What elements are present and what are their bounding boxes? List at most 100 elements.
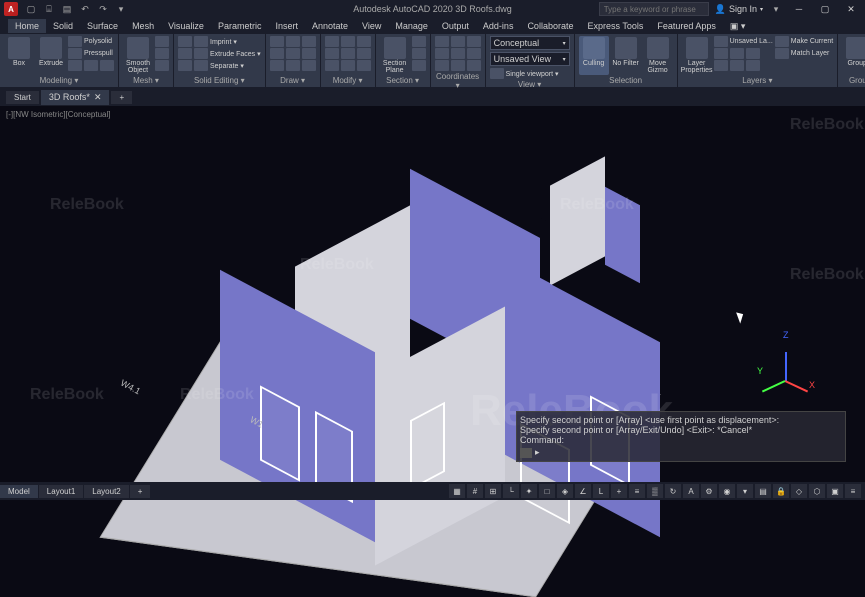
tab-solid[interactable]: Solid [46,19,80,33]
help-icon[interactable]: ▾ [769,3,783,15]
ucs-y-icon[interactable] [451,60,465,71]
cycling-icon[interactable]: ↻ [665,484,681,498]
snap-icon[interactable]: ⊞ [485,484,501,498]
layer-props-button[interactable]: Layer Properties [682,36,712,75]
dynucs-icon[interactable]: L [593,484,609,498]
panel-label[interactable]: Layers ▾ [682,75,834,85]
workspace-icon[interactable]: ⚙ [701,484,717,498]
arc-icon[interactable] [270,48,284,59]
separate-icon[interactable] [194,60,208,71]
clean-screen-icon[interactable]: ▣ [827,484,843,498]
presspull-icon[interactable] [68,48,82,59]
panel-label[interactable]: Modeling ▾ [4,75,114,85]
iso-icon[interactable]: ◇ [791,484,807,498]
imprint-button[interactable]: Imprint ▾ [210,38,237,46]
mirror-icon[interactable] [341,48,355,59]
mesh-icon-2[interactable] [155,48,169,59]
tab-manage[interactable]: Manage [388,19,435,33]
dyn-input-icon[interactable]: + [611,484,627,498]
fillet-icon[interactable] [357,48,371,59]
polysolid-button[interactable]: Polysolid [84,38,112,45]
panel-label[interactable]: Coordinates ▾ [435,71,481,90]
tab-start[interactable]: Start [6,91,39,104]
annotation-icon[interactable]: A [683,484,699,498]
tab-visualize[interactable]: Visualize [161,19,211,33]
match-layer-icon[interactable] [775,48,789,59]
panel-label[interactable]: Section ▾ [380,75,426,85]
ucs-view-icon[interactable] [467,48,481,59]
rect-icon[interactable] [286,48,300,59]
move-icon[interactable] [325,36,339,47]
layer-freeze-icon[interactable] [730,48,744,59]
named-view-dropdown[interactable]: Unsaved View▾ [490,52,570,66]
jog-icon[interactable] [412,48,426,59]
ucs-icon[interactable] [435,36,449,47]
gizmo-button[interactable]: Move Gizmo [643,36,673,75]
poly-icon[interactable] [302,48,316,59]
maximize-icon[interactable]: ▢ [815,2,835,16]
tab-layout-add[interactable]: + [130,485,151,498]
qat-redo-icon[interactable]: ↷ [96,3,110,15]
polysolid-icon[interactable] [68,36,82,47]
viewport-label[interactable]: [-][NW Isometric][Conceptual] [6,110,110,119]
units-icon[interactable]: ▾ [737,484,753,498]
ucs-icon[interactable]: Z X Y [785,342,825,382]
nofilter-button[interactable]: No Filter [611,36,641,75]
ellipse-icon[interactable] [270,60,284,71]
panel-label[interactable]: Selection [579,75,673,85]
3dosnap-icon[interactable]: ◈ [557,484,573,498]
match-layer-button[interactable]: Match Layer [791,50,830,57]
extrude-faces-icon[interactable] [194,48,208,59]
tab-new-icon[interactable]: + [111,91,132,104]
revolve-icon[interactable] [68,60,82,71]
viewport-button[interactable]: Single viewport ▾ [506,70,559,78]
scale-icon[interactable] [341,60,355,71]
tab-collaborate[interactable]: Collaborate [520,19,580,33]
minimize-icon[interactable]: ─ [789,2,809,16]
qat-open-icon[interactable]: ⌸ [42,3,56,15]
transparency-icon[interactable]: ▒ [647,484,663,498]
lock-ui-icon[interactable]: 🔒 [773,484,789,498]
tab-surface[interactable]: Surface [80,19,125,33]
box-button[interactable]: Box [4,36,34,75]
customize-icon[interactable]: ≡ [845,484,861,498]
tab-end-icon[interactable]: ▣ ▾ [723,19,753,34]
viewport[interactable]: [-][NW Isometric][Conceptual] Z X Y W4.1… [0,106,865,482]
layer-lock-icon[interactable] [746,48,760,59]
rotate-icon[interactable] [341,36,355,47]
panel-label[interactable]: Groups ▾ [842,75,865,85]
search-input[interactable] [599,2,709,16]
make-current-icon[interactable] [775,36,789,47]
qat-new-icon[interactable]: ▢ [24,3,38,15]
tab-layout1[interactable]: Layout1 [39,485,83,498]
separate-button[interactable]: Separate ▾ [210,62,244,70]
grid-icon[interactable]: # [467,484,483,498]
tab-home[interactable]: Home [8,19,46,33]
signin-button[interactable]: 👤Sign In▾ [715,4,763,15]
tab-insert[interactable]: Insert [268,19,305,33]
intersect-icon[interactable] [178,60,192,71]
command-line[interactable]: Specify second point or [Array] <use fir… [516,411,846,462]
mesh-icon-3[interactable] [155,60,169,71]
spline-icon[interactable] [302,60,316,71]
presspull-button[interactable]: Presspull [84,50,113,57]
gen-section-icon[interactable] [412,60,426,71]
model-space-icon[interactable]: ▦ [449,484,465,498]
group-button[interactable]: Group [842,36,865,75]
tab-mesh[interactable]: Mesh [125,19,161,33]
tab-view[interactable]: View [355,19,388,33]
qat-dropdown-icon[interactable]: ▾ [114,3,128,15]
tab-express[interactable]: Express Tools [580,19,650,33]
circle-icon[interactable] [302,36,316,47]
layer-thaw-icon[interactable] [746,60,760,71]
visual-style-dropdown[interactable]: Conceptual▾ [490,36,570,50]
mesh-icon-1[interactable] [155,36,169,47]
ortho-icon[interactable]: └ [503,484,519,498]
make-current-button[interactable]: Make Current [791,38,833,45]
extrude-button[interactable]: Extrude [36,36,66,75]
tab-model[interactable]: Model [0,485,38,498]
viewport-icon[interactable] [490,68,504,79]
anno-monitor-icon[interactable]: ◉ [719,484,735,498]
subtract-icon[interactable] [178,48,192,59]
extrude-faces-button[interactable]: Extrude Faces ▾ [210,50,261,58]
